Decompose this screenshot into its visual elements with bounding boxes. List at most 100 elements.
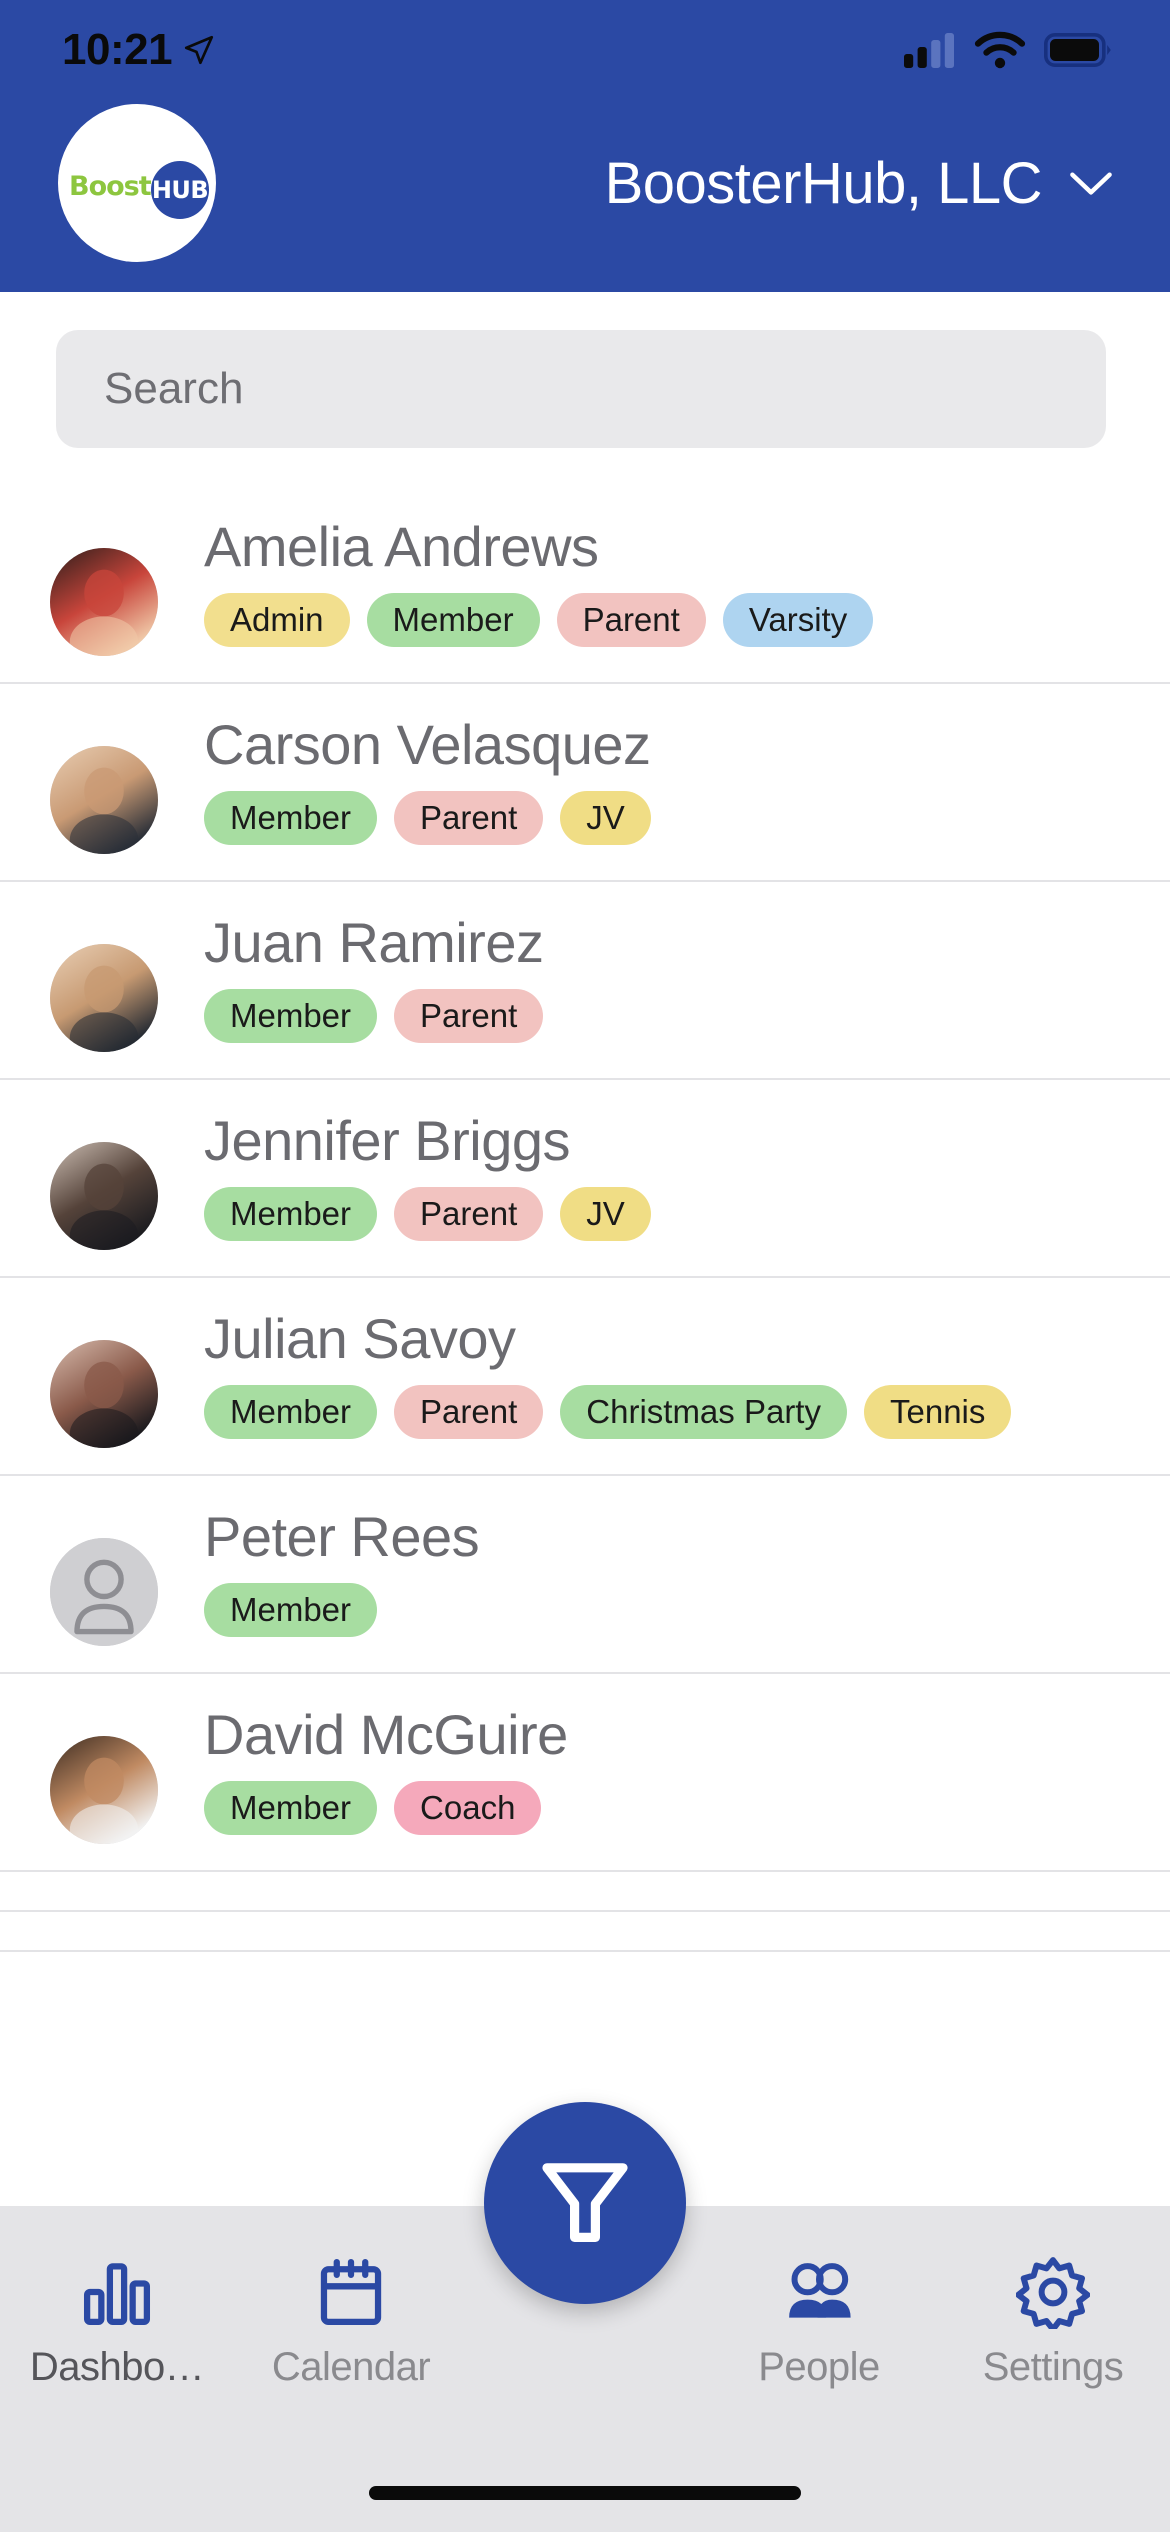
person-row[interactable]: Juan Ramirez Member Parent: [0, 882, 1170, 1080]
bottom-navigation: Dashbo… Calendar People Settings: [0, 2102, 1170, 2532]
tag-badge: JV: [560, 1186, 651, 1241]
tag-badge: Member: [204, 1384, 378, 1439]
people-list-screen: Search Amelia Andrews Admin Member Parent Va…: [0, 292, 1170, 2206]
tag-badge: Member: [366, 592, 540, 647]
avatar: [50, 1538, 158, 1646]
avatar: [50, 1340, 158, 1448]
filter-funnel-icon: [542, 2163, 628, 2242]
bar-chart-icon: [80, 2255, 154, 2329]
person-row-partial[interactable]: [0, 1872, 1170, 1912]
logo-text-hub: HUB: [151, 176, 209, 204]
tab-dashbo[interactable]: Dashbo…: [0, 2206, 234, 2438]
chevron-down-icon: [1070, 171, 1112, 195]
tag-badge: JV: [560, 790, 651, 845]
avatar: [50, 746, 158, 854]
person-row[interactable]: Julian Savoy Member Parent Christmas Party T…: [0, 1278, 1170, 1476]
person-name: Juan Ramirez: [204, 911, 544, 974]
tag-badge: Admin: [204, 592, 350, 647]
tag-badge: Tennis: [863, 1384, 1012, 1439]
avatar-photo: [50, 944, 158, 1052]
search-input[interactable]: Search: [56, 330, 1106, 448]
person-name: David McGuire: [204, 1703, 568, 1766]
avatar-photo: [50, 746, 158, 854]
tag-badge: Parent: [394, 790, 544, 845]
person-details: Julian Savoy Member Parent Christmas Party T…: [204, 1304, 1114, 1439]
avatar-photo: [50, 548, 158, 656]
person-name: Julian Savoy: [204, 1307, 516, 1370]
tab-label: Settings: [982, 2344, 1124, 2389]
home-indicator: [369, 2486, 801, 2500]
tab-calendar[interactable]: Calendar: [234, 2206, 468, 2438]
app-header: 10:21 Booster HUB BoosterHub, LLC: [0, 0, 1170, 292]
person-details: David McGuire Member Coach: [204, 1700, 1114, 1835]
person-details: Jennifer Briggs Member Parent JV: [204, 1106, 1114, 1241]
battery-full-icon: [1044, 33, 1111, 67]
tab-settings[interactable]: Settings: [936, 2206, 1170, 2438]
person-row[interactable]: Carson Velasquez Member Parent JV: [0, 684, 1170, 882]
search-section: Search: [0, 292, 1170, 448]
person-details: Juan Ramirez Member Parent: [204, 908, 1114, 1043]
tab-label: Dashbo…: [29, 2344, 205, 2389]
person-details: Peter Rees Member: [204, 1502, 1114, 1637]
calendar-icon: [314, 2255, 388, 2329]
avatar: [50, 944, 158, 1052]
person-tags: Member: [204, 1582, 1114, 1637]
logo-inner: Booster HUB: [67, 159, 209, 219]
person-details: Amelia Andrews Admin Member Parent Varsity: [204, 512, 1114, 647]
person-tags: Member Parent: [204, 988, 1114, 1043]
person-details: Carson Velasquez Member Parent JV: [204, 710, 1114, 845]
status-bar: 10:21: [0, 0, 1170, 100]
tag-badge: Member: [204, 988, 378, 1043]
tag-badge: Member: [204, 790, 378, 845]
boosterhub-logo[interactable]: Booster HUB: [58, 104, 216, 262]
logo-hub-circle: HUB: [151, 161, 209, 219]
person-row[interactable]: David McGuire Member Coach: [0, 1674, 1170, 1872]
person-name: Jennifer Briggs: [204, 1109, 571, 1172]
avatar-photo: [50, 1736, 158, 1844]
location-arrow-icon: [184, 35, 214, 65]
person-name: Peter Rees: [204, 1505, 480, 1568]
person-tags: Member Parent JV: [204, 1186, 1114, 1241]
person-tags: Member Parent JV: [204, 790, 1114, 845]
filter-fab-button[interactable]: [484, 2102, 686, 2304]
phone-screen: 10:21 Booster HUB BoosterHub, LLC Search…: [0, 0, 1170, 2532]
person-tags: Admin Member Parent Varsity: [204, 592, 1114, 647]
tag-badge: Parent: [394, 1384, 544, 1439]
person-row[interactable]: Jennifer Briggs Member Parent JV: [0, 1080, 1170, 1278]
avatar: [50, 548, 158, 656]
person-tags: Member Coach: [204, 1780, 1114, 1835]
person-name: Carson Velasquez: [204, 713, 651, 776]
tab-people[interactable]: People: [702, 2206, 936, 2438]
person-row[interactable]: Peter Rees Member: [0, 1476, 1170, 1674]
tag-badge: Parent: [394, 1186, 544, 1241]
person-tags: Member Parent Christmas Party Tennis: [204, 1384, 1114, 1439]
avatar: [50, 1736, 158, 1844]
cellular-signal-icon: [904, 33, 954, 68]
wifi-icon: [974, 31, 1026, 69]
gear-icon: [1016, 2255, 1090, 2329]
tab-label: Calendar: [271, 2344, 431, 2389]
tab-label: People: [758, 2344, 880, 2389]
page-title: BoosterHub, LLC: [604, 151, 1043, 216]
avatar-photo: [50, 1142, 158, 1250]
tag-badge: Coach: [394, 1780, 542, 1835]
status-bar-right: [904, 31, 1112, 69]
avatar: [50, 1142, 158, 1250]
tag-badge: Member: [204, 1582, 378, 1637]
tag-badge: Christmas Party: [560, 1384, 847, 1439]
people-list: Amelia Andrews Admin Member Parent Varsity C…: [0, 486, 1170, 1952]
people-icon: [782, 2255, 856, 2329]
tag-badge: Member: [204, 1780, 378, 1835]
tag-badge: Parent: [556, 592, 706, 647]
person-row-partial[interactable]: [0, 1912, 1170, 1952]
person-row[interactable]: Amelia Andrews Admin Member Parent Varsity: [0, 486, 1170, 684]
status-bar-left: 10:21: [62, 25, 216, 75]
status-bar-time: 10:21: [62, 25, 173, 74]
avatar-photo: [50, 1340, 158, 1448]
person-name: Amelia Andrews: [204, 515, 599, 578]
organization-selector[interactable]: BoosterHub, LLC: [605, 150, 1114, 217]
tag-badge: Member: [204, 1186, 378, 1241]
avatar-placeholder-icon: [50, 1538, 158, 1646]
search-placeholder: Search: [104, 364, 244, 413]
tag-badge: Parent: [394, 988, 544, 1043]
